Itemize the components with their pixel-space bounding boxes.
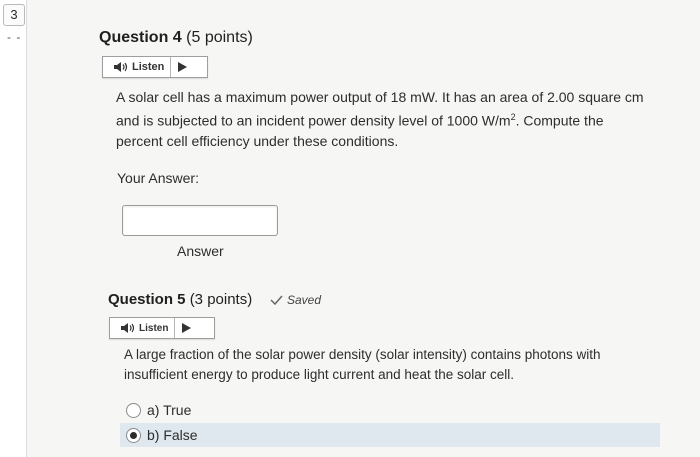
question-5-line-2: insufficient energy to produce light cur… <box>124 367 514 382</box>
question-4-points: (5 points) <box>186 29 253 46</box>
play-button[interactable] <box>175 318 197 338</box>
listen-toggle[interactable]: Listen <box>110 318 176 338</box>
question-4-line-2: and is subjected to an incident power de… <box>116 112 604 129</box>
question-5-text: A large fraction of the solar power dens… <box>124 345 684 385</box>
listen-label: Listen <box>139 322 169 334</box>
saved-label: Saved <box>287 293 322 307</box>
play-icon <box>181 323 191 333</box>
question-4-title: Question 4 (5 points) <box>99 29 253 47</box>
speaker-icon <box>121 323 135 333</box>
quiz-content: Question 4 (5 points) Listen A solar cel… <box>0 0 700 457</box>
listen-toggle[interactable]: Listen <box>103 57 172 77</box>
your-answer-label: Your Answer: <box>117 170 199 186</box>
option-label: b) False <box>147 427 198 443</box>
question-5-points: (3 points) <box>189 291 253 308</box>
option-label: a) True <box>147 402 192 418</box>
question-4-line-1: A solar cell has a maximum power output … <box>116 89 644 105</box>
option-b-false[interactable]: b) False <box>120 423 660 447</box>
saved-status: Saved <box>270 293 321 307</box>
question-4-label: Question 4 <box>99 29 182 46</box>
listen-button-q5[interactable]: Listen <box>109 317 215 339</box>
play-button[interactable] <box>171 57 193 77</box>
option-a-true[interactable]: a) True <box>126 399 191 421</box>
question-5-title: Question 5 (3 points) <box>108 291 252 308</box>
radio-selected-dot <box>130 431 137 439</box>
question-5-label: Question 5 <box>108 291 186 308</box>
listen-button-q4[interactable]: Listen <box>102 56 208 78</box>
answer-input[interactable] <box>122 205 278 236</box>
check-icon <box>270 295 283 305</box>
speaker-icon <box>114 62 128 72</box>
question-4-text: A solar cell has a maximum power output … <box>116 87 686 151</box>
question-4-line-3: percent cell efficiency under these cond… <box>116 132 399 149</box>
radio-button-selected[interactable] <box>126 427 141 443</box>
listen-label: Listen <box>132 61 165 73</box>
answer-caption: Answer <box>177 243 224 259</box>
radio-button[interactable] <box>126 402 141 418</box>
play-icon <box>177 62 187 72</box>
question-5-line-1: A large fraction of the solar power dens… <box>124 347 601 362</box>
